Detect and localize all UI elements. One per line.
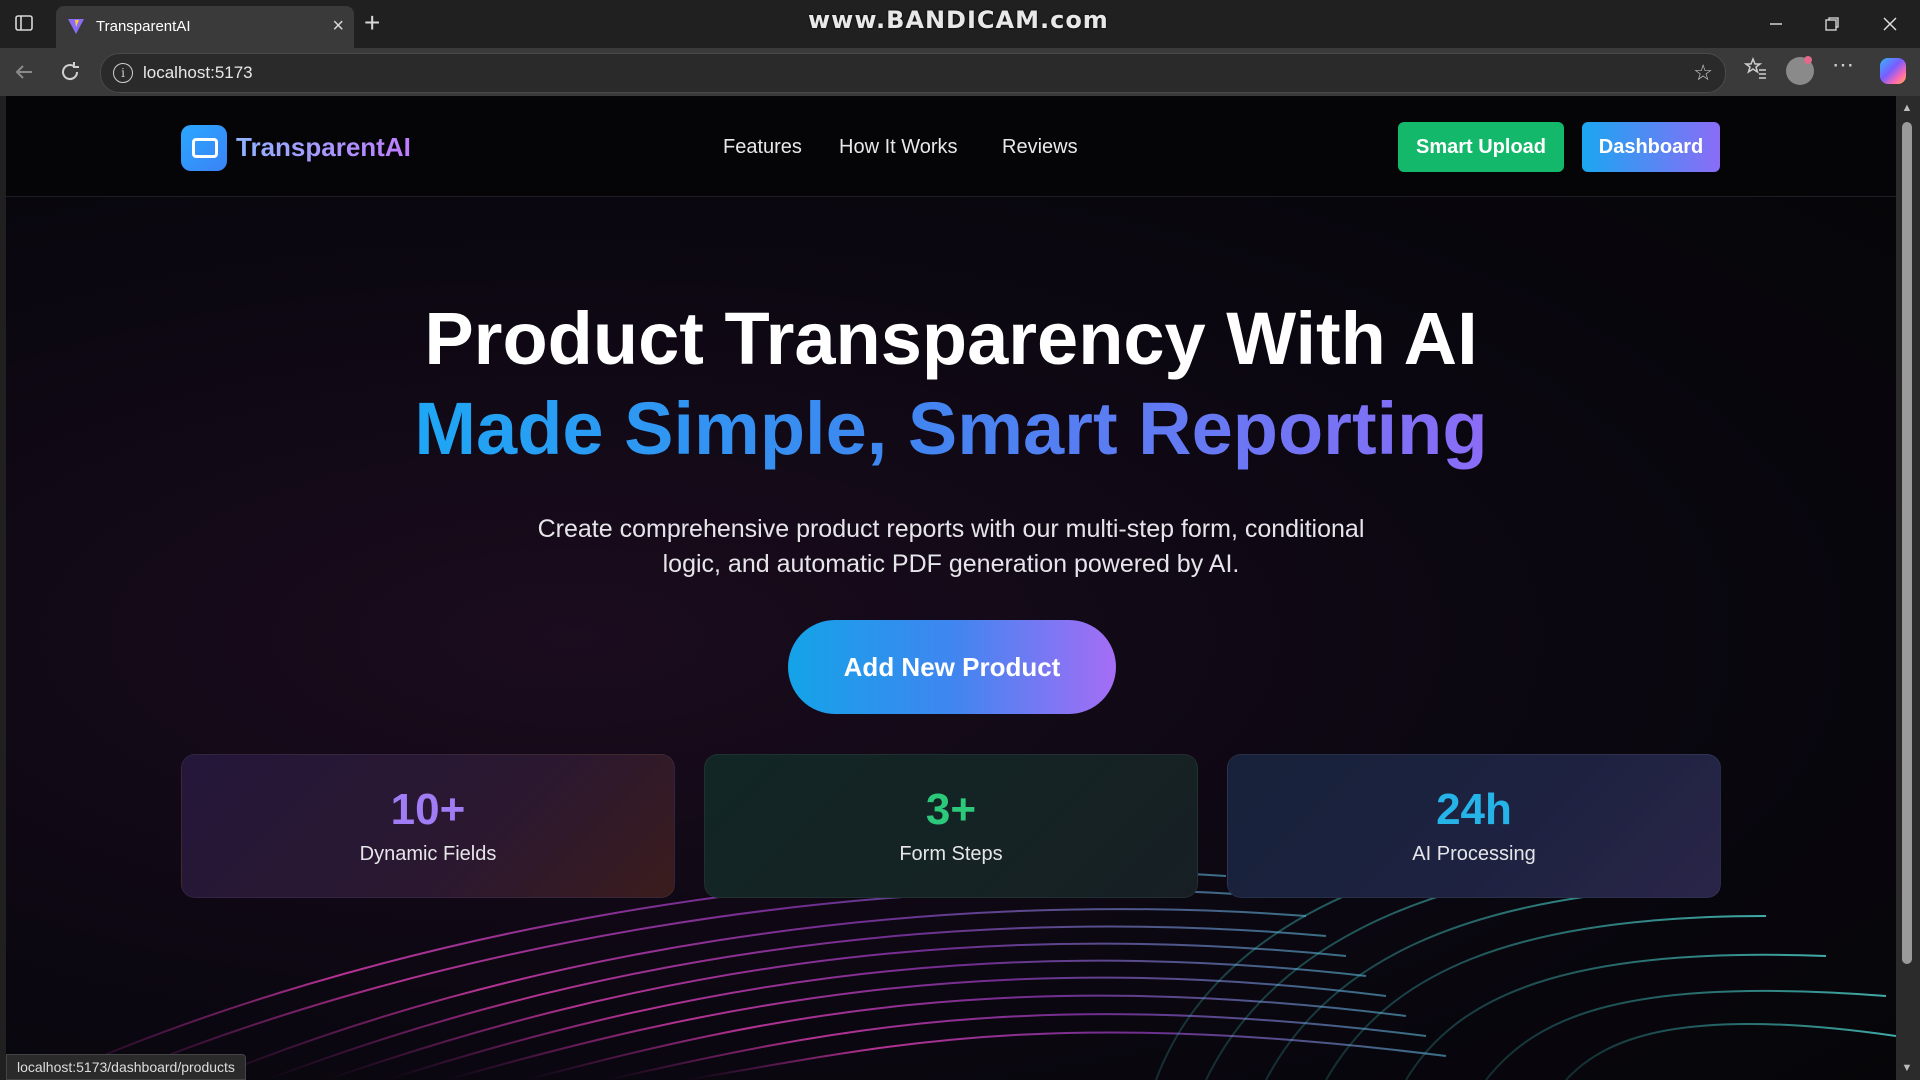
vite-favicon-icon (66, 16, 86, 36)
close-window-button[interactable] (1870, 10, 1910, 40)
stat-label: Dynamic Fields (359, 843, 497, 865)
tab-actions-icon[interactable] (14, 13, 34, 33)
minimize-button[interactable] (1756, 10, 1796, 40)
scrollbar-thumb[interactable] (1902, 122, 1912, 964)
stat-value: 3+ (925, 785, 977, 834)
nav-reviews[interactable]: Reviews (1002, 136, 1078, 159)
hero-title-gradient-text: Made Simple, Smart Reporting (414, 387, 1488, 470)
hero-title: Product Transparency With AI (424, 297, 1478, 380)
address-bar[interactable]: i localhost:5173 ☆ (100, 53, 1726, 93)
restore-button[interactable] (1812, 10, 1852, 40)
brand-name[interactable]: TransparentAI (236, 132, 411, 163)
status-bar-url: localhost:5173/dashboard/products (6, 1054, 246, 1080)
scroll-down-icon[interactable]: ▼ (1900, 1062, 1914, 1074)
page-viewport: TransparentAI Features How It Works Revi… (6, 96, 1896, 1080)
favorites-icon[interactable] (1743, 56, 1768, 86)
favorite-star-icon[interactable]: ☆ (1693, 60, 1713, 86)
nav-how-it-works[interactable]: How It Works (839, 136, 958, 159)
site-header: TransparentAI Features How It Works Revi… (6, 96, 1896, 197)
stat-card-ai-processing: 24h AI Processing (1227, 754, 1721, 898)
bandicam-watermark: www.BANDICAM.com (808, 6, 1109, 34)
back-icon[interactable] (12, 60, 36, 84)
hero-subtitle: Create comprehensive product reports wit… (537, 515, 1365, 578)
profile-notification-dot (1804, 56, 1812, 64)
copilot-icon[interactable] (1880, 58, 1906, 84)
address-text[interactable]: localhost:5173 (143, 63, 253, 83)
stat-value: 24h (1436, 785, 1512, 834)
stat-label: AI Processing (1412, 843, 1536, 865)
dashboard-button[interactable]: Dashboard (1582, 122, 1720, 172)
close-tab-icon[interactable]: × (332, 14, 344, 38)
add-new-product-button[interactable]: Add New Product (788, 620, 1116, 714)
tab-transparentai[interactable]: TransparentAI × (56, 6, 354, 48)
stat-label: Form Steps (899, 843, 1003, 865)
site-info-icon[interactable]: i (113, 63, 133, 83)
scroll-up-icon[interactable]: ▲ (1900, 102, 1914, 114)
nav-features[interactable]: Features (723, 136, 802, 159)
stat-card-dynamic-fields: 10+ Dynamic Fields (181, 754, 675, 898)
new-tab-button[interactable]: + (364, 8, 380, 38)
tab-title: TransparentAI (96, 18, 191, 35)
reload-icon[interactable] (58, 60, 82, 84)
hero-title-gradient: Made Simple, Smart Reporting (6, 386, 1896, 471)
browser-titlebar: TransparentAI × + www.BANDICAM.com (0, 0, 1920, 48)
more-options-icon[interactable]: ⋯ (1832, 52, 1854, 78)
logo-icon[interactable] (181, 125, 227, 171)
stat-value: 10+ (390, 785, 466, 834)
stat-card-form-steps: 3+ Form Steps (704, 754, 1198, 898)
smart-upload-button[interactable]: Smart Upload (1398, 122, 1564, 172)
